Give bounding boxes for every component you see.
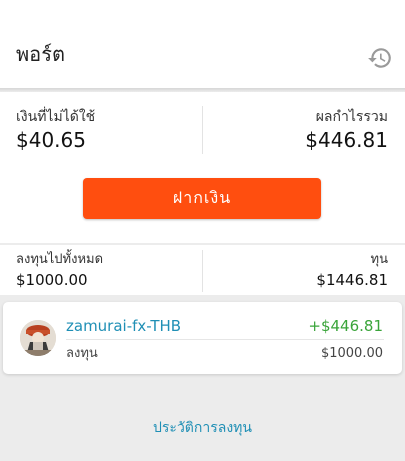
capital-value: $1446.81 — [316, 271, 388, 289]
deposit-button-label: ฝากเงิน — [172, 188, 232, 207]
portfolio-invested-label: ลงทุน — [66, 346, 98, 361]
deposit-button[interactable]: ฝากเงิน — [83, 178, 321, 219]
header: พอร์ต — [0, 0, 405, 88]
investment-totals: ลงทุนไปทั้งหมด $1000.00 ทุน $1446.81 — [0, 245, 405, 295]
total-invested-label: ลงทุนไปทั้งหมด — [16, 252, 104, 267]
total-profit-label: ผลกำไรรวม — [315, 109, 388, 125]
avatar — [20, 320, 56, 356]
portfolio-screen: พอร์ต เงินที่ไม่ได้ใช้ $40.65 ผลกำไรรวม … — [0, 0, 405, 461]
portfolio-profit: +$446.81 — [308, 317, 383, 335]
portfolio-name: zamurai-fx-THB — [66, 317, 182, 335]
history-icon[interactable] — [367, 45, 393, 71]
capital-label: ทุน — [370, 252, 388, 267]
totals-divider — [202, 250, 203, 292]
page-title: พอร์ต — [16, 42, 65, 66]
total-invested-value: $1000.00 — [16, 271, 88, 289]
card-divider — [66, 339, 384, 340]
available-cash-label: เงินที่ไม่ได้ใช้ — [16, 109, 96, 125]
portfolio-card[interactable]: zamurai-fx-THB +$446.81 ลงทุน $1000.00 — [3, 302, 402, 374]
available-cash-value: $40.65 — [16, 128, 86, 152]
investment-history-link[interactable]: ประวัติการลงทุน — [0, 418, 405, 438]
total-profit-value: $446.81 — [305, 128, 388, 152]
balance-summary: เงินที่ไม่ได้ใช้ $40.65 ผลกำไรรวม $446.8… — [0, 92, 405, 243]
summary-divider — [202, 106, 203, 154]
portfolio-invested-value: $1000.00 — [320, 346, 383, 361]
